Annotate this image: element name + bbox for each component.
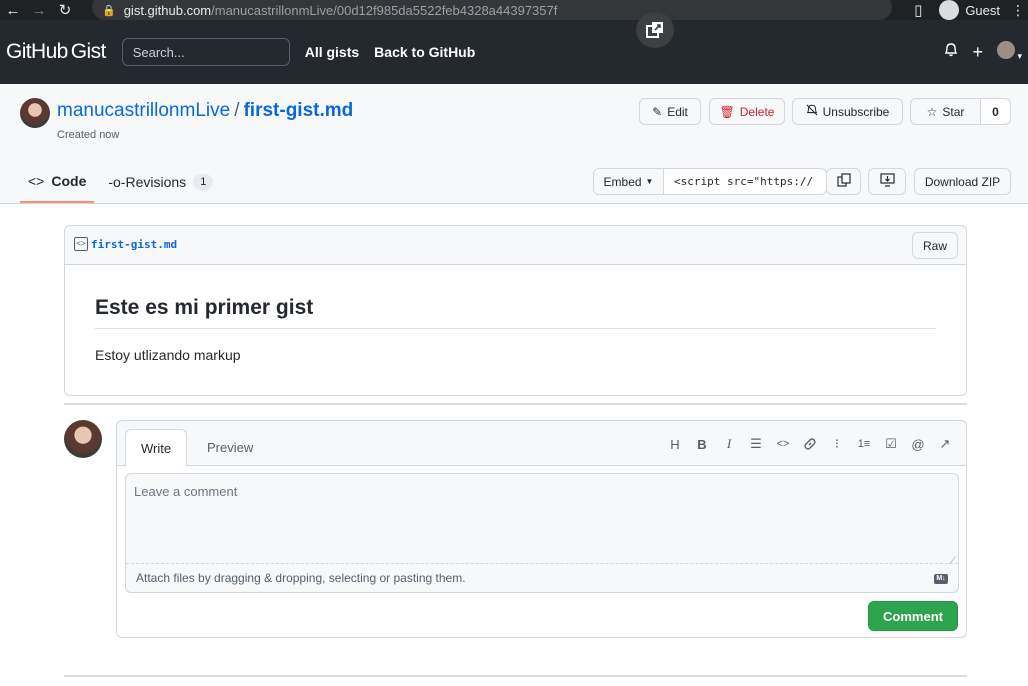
bold-icon[interactable]: B [695, 437, 709, 452]
unordered-list-icon[interactable]: ⁝ [830, 436, 844, 451]
comment-tabs: Write Preview H B I ☰ <> ⁝ 1≡ ☑ @ ↗ [117, 421, 966, 467]
browser-menu-icon[interactable]: ⋮ [1008, 2, 1028, 19]
caret-down-icon: ▼ [645, 177, 654, 186]
tab-write[interactable]: Write [125, 429, 188, 467]
owner-link[interactable]: manucastrillonmLive [57, 100, 230, 121]
mention-icon[interactable]: @ [911, 437, 925, 452]
markdown-icon[interactable]: M↓ [934, 574, 948, 584]
bell-slash-icon [806, 104, 818, 119]
url-host: gist.github.com [123, 2, 212, 18]
markdown-toolbar: H B I ☰ <> ⁝ 1≡ ☑ @ ↗ [668, 436, 952, 452]
embed-group: Embed ▼ <script src="https:// [593, 168, 827, 195]
star-count[interactable]: 0 [980, 98, 1011, 125]
edit-button[interactable]: ✎ Edit [639, 98, 701, 125]
site-header: GitHub Gist Search... All gists Back to G… [0, 20, 1028, 84]
comment-textarea[interactable]: Leave a comment ⟋ Attach files by draggi… [125, 473, 959, 593]
unsubscribe-button[interactable]: Unsubscribe [792, 98, 903, 125]
markdown-heading: Este es mi primer gist [95, 296, 314, 319]
gist-tabs: <> Code -o- Revisions 1 [20, 160, 227, 203]
share-window-icon[interactable] [636, 12, 674, 48]
back-to-github-link[interactable]: Back to GitHub [374, 44, 475, 60]
copy-button[interactable] [826, 168, 861, 195]
reading-list-icon[interactable]: ▯ [905, 1, 931, 19]
browser-toolbar: ← → ↻ 🔒 gist.github.com/manucastrillonmL… [0, 0, 1028, 20]
chevron-down-icon: ▾ [1014, 50, 1022, 61]
reference-icon[interactable]: ↗ [938, 436, 952, 451]
file-box: <> first-gist.md Raw Este es mi primer g… [64, 225, 967, 396]
file-name-link[interactable]: first-gist.md [91, 238, 177, 251]
delete-button[interactable]: 🗑 Delete [709, 98, 785, 125]
plus-icon[interactable]: + [972, 42, 983, 63]
avatar [996, 40, 1015, 59]
trash-icon: 🗑 [719, 104, 735, 119]
raw-button[interactable]: Raw [912, 232, 958, 259]
code-icon: <> [28, 172, 45, 189]
title-separator: / [234, 100, 240, 121]
attach-hint: Attach files by dragging & dropping, sel… [136, 571, 466, 585]
bottom-divider [64, 675, 967, 677]
attach-files-area[interactable]: Attach files by dragging & dropping, sel… [126, 563, 958, 592]
download-zip-button[interactable]: Download ZIP [914, 168, 1011, 195]
url-path: /manucastrillonmLive/00d12f985da5522feb4… [211, 2, 558, 18]
heading-icon[interactable]: H [668, 437, 682, 452]
bell-icon[interactable] [944, 42, 958, 62]
forward-icon[interactable]: → [26, 2, 52, 19]
guest-avatar-icon [939, 0, 960, 20]
heading-rule [95, 328, 936, 329]
star-button[interactable]: ☆ Star [910, 98, 981, 125]
markdown-paragraph: Estoy utlizando markup [95, 347, 241, 363]
comment-form: Write Preview H B I ☰ <> ⁝ 1≡ ☑ @ ↗ Leav… [116, 420, 967, 638]
commenter-avatar [64, 420, 102, 458]
gist-name-link[interactable]: first-gist.md [243, 100, 353, 121]
profile-button[interactable]: Guest [939, 0, 1000, 20]
user-menu[interactable]: ▾ [996, 40, 1022, 64]
address-bar[interactable]: 🔒 gist.github.com/manucastrillonmLive/00… [92, 0, 892, 20]
tab-code[interactable]: <> Code [20, 160, 95, 203]
tab-preview[interactable]: Preview [192, 429, 268, 466]
file-header: <> first-gist.md Raw [65, 226, 966, 265]
ordered-list-icon[interactable]: 1≡ [857, 437, 871, 451]
lock-icon: 🔒 [102, 4, 116, 17]
quote-icon[interactable]: ☰ [749, 436, 763, 451]
section-divider [64, 403, 967, 405]
reload-icon[interactable]: ↻ [52, 1, 78, 19]
gist-pagehead: manucastrillonmLive / first-gist.md Create… [0, 84, 1028, 204]
link-icon[interactable] [803, 437, 817, 451]
task-list-icon[interactable]: ☑ [884, 436, 898, 451]
all-gists-link[interactable]: All gists [305, 44, 359, 60]
revisions-counter: 1 [193, 173, 214, 190]
github-gist-logo[interactable]: GitHub Gist [6, 40, 106, 64]
embed-url-field[interactable]: <script src="https:// [664, 169, 826, 194]
back-icon[interactable]: ← [0, 2, 26, 19]
gist-title: manucastrillonmLive / first-gist.md [57, 100, 353, 122]
star-icon: ☆ [926, 104, 938, 119]
owner-avatar[interactable] [20, 98, 50, 128]
embed-dropdown[interactable]: Embed ▼ [594, 169, 664, 194]
git-commit-icon: -o- [108, 173, 126, 190]
copy-icon [836, 173, 851, 190]
comment-placeholder: Leave a comment [134, 484, 238, 499]
pencil-icon: ✎ [652, 104, 663, 119]
comment-submit-button[interactable]: Comment [868, 601, 958, 631]
code-icon[interactable]: <> [776, 437, 790, 451]
desktop-download-icon [879, 173, 895, 190]
tab-revisions[interactable]: -o- Revisions 1 [100, 160, 221, 203]
italic-icon[interactable]: I [722, 436, 736, 451]
open-desktop-button[interactable] [868, 168, 906, 195]
search-input[interactable]: Search... [121, 38, 290, 66]
created-time: Created now [57, 129, 120, 141]
file-code-icon: <> [74, 237, 88, 251]
profile-label: Guest [965, 2, 1000, 18]
